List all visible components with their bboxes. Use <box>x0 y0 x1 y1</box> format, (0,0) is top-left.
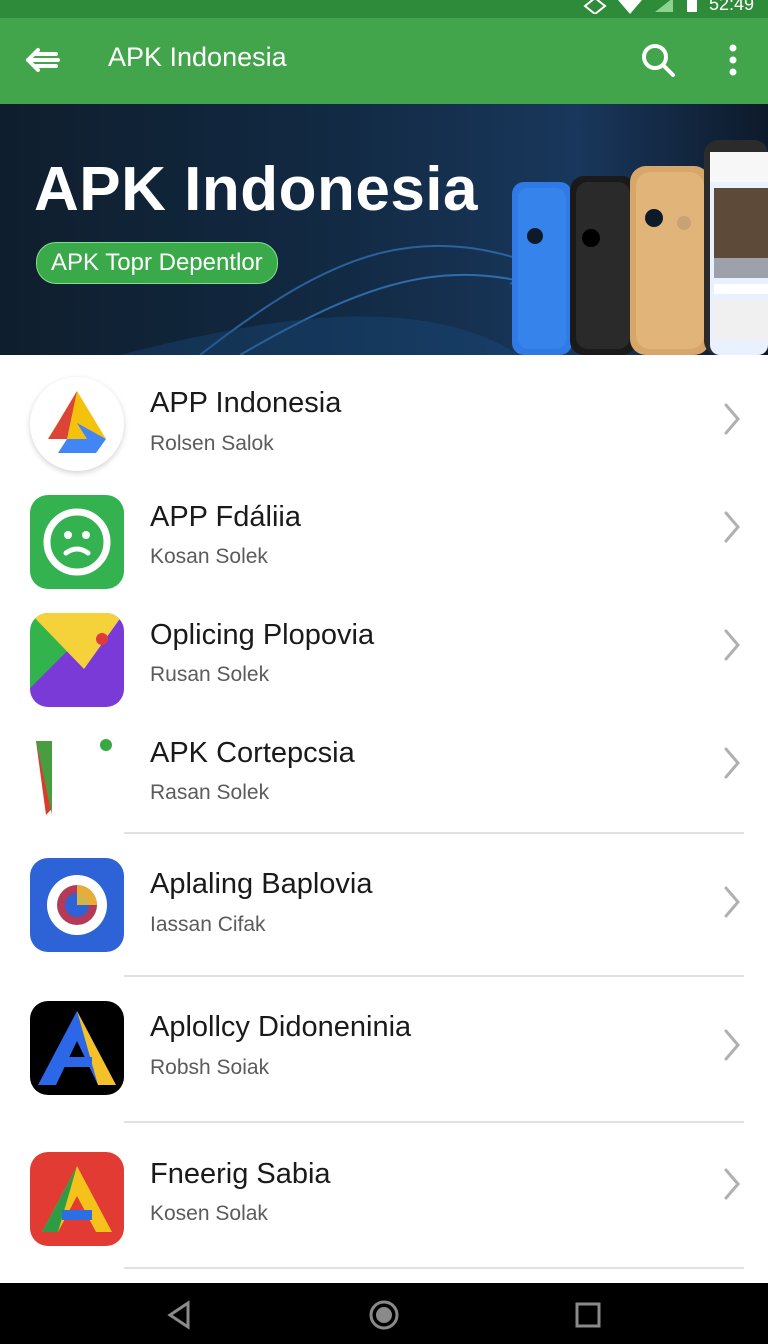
chevron-right-icon[interactable] <box>718 1025 746 1065</box>
navigation-bar <box>0 1283 768 1344</box>
divider <box>124 1267 744 1269</box>
status-time: 52:49 <box>708 0 754 14</box>
letter-a-red-icon <box>30 1152 124 1246</box>
status-bar: 52:49 <box>0 0 768 18</box>
more-vert-icon[interactable] <box>718 40 748 80</box>
list-item[interactable]: Aplollcy Didoneninia Robsh Soiak <box>0 1001 768 1111</box>
list-item[interactable]: APK Cortepcsia Rasan Solek <box>0 731 768 841</box>
search-icon[interactable] <box>640 42 676 78</box>
divider <box>124 975 744 977</box>
battery-icon <box>686 0 697 12</box>
app-title: APP Indonesia <box>150 387 342 419</box>
app-title: Aplollcy Didoneninia <box>150 1011 412 1043</box>
app-title: Aplaling Baplovia <box>150 868 373 900</box>
app-subtitle: Rolsen Salok <box>150 432 274 455</box>
wifi-icon <box>618 0 642 14</box>
list-item[interactable]: Aplaling Baplovia Iassan Cifak <box>0 858 768 968</box>
phone-illustration <box>512 140 768 355</box>
back-icon[interactable] <box>160 1297 196 1333</box>
app-subtitle: Rasan Solek <box>150 781 270 804</box>
app-title: APK Cortepcsia <box>150 737 355 769</box>
recents-icon[interactable] <box>570 1297 606 1333</box>
app-subtitle: Robsh Soiak <box>150 1056 270 1079</box>
list-item[interactable]: APP Indonesia Rolsen Salok <box>0 377 768 487</box>
arrow-back-icon[interactable] <box>22 42 62 78</box>
list-item[interactable]: APP Fdáliia Kosan Solek <box>0 495 768 605</box>
app-subtitle: Kosen Solak <box>150 1202 268 1225</box>
status-icons: 52:49 <box>583 0 754 15</box>
chevron-right-icon[interactable] <box>718 882 746 922</box>
app-subtitle: Rusan Solek <box>150 663 270 686</box>
app-subtitle: Kosan Solek <box>150 545 268 568</box>
circle-logo-icon <box>30 858 124 952</box>
app-bar-title: APK Indonesia <box>108 42 287 72</box>
app-bar: APK Indonesia <box>0 18 768 104</box>
cell-signal-icon <box>654 0 673 12</box>
banner-headline: APK Indonesia <box>34 155 479 224</box>
chevron-right-icon[interactable] <box>718 1164 746 1204</box>
chevron-right-icon[interactable] <box>718 625 746 665</box>
paper-icon <box>30 731 124 825</box>
divider <box>124 1121 744 1123</box>
app-list: APP Indonesia Rolsen Salok APP Fdáliia K… <box>0 355 768 1283</box>
smiley-face-icon <box>30 495 124 589</box>
app-subtitle: Iassan Cifak <box>150 913 266 936</box>
chevron-right-icon[interactable] <box>718 399 746 439</box>
drive-triangle-icon <box>30 377 124 471</box>
divider <box>124 832 744 834</box>
letter-a-icon <box>30 1001 124 1095</box>
folded-color-icon <box>30 613 124 707</box>
signal-icon <box>583 0 607 14</box>
chevron-right-icon[interactable] <box>718 743 746 783</box>
app-title: Oplicing Plopovia <box>150 619 375 651</box>
chevron-right-icon[interactable] <box>718 507 746 547</box>
app-title: APP Fdáliia <box>150 501 301 533</box>
banner-pill[interactable]: APK Topr Depentlor <box>36 242 278 284</box>
home-icon[interactable] <box>366 1297 402 1333</box>
app-title: Fneerig Sabia <box>150 1158 331 1190</box>
list-item[interactable]: Fneerig Sabia Kosen Solak <box>0 1152 768 1262</box>
promo-banner[interactable]: APK Indonesia APK Topr Depentlor <box>0 104 768 355</box>
list-item[interactable]: Oplicing Plopovia Rusan Solek <box>0 613 768 723</box>
